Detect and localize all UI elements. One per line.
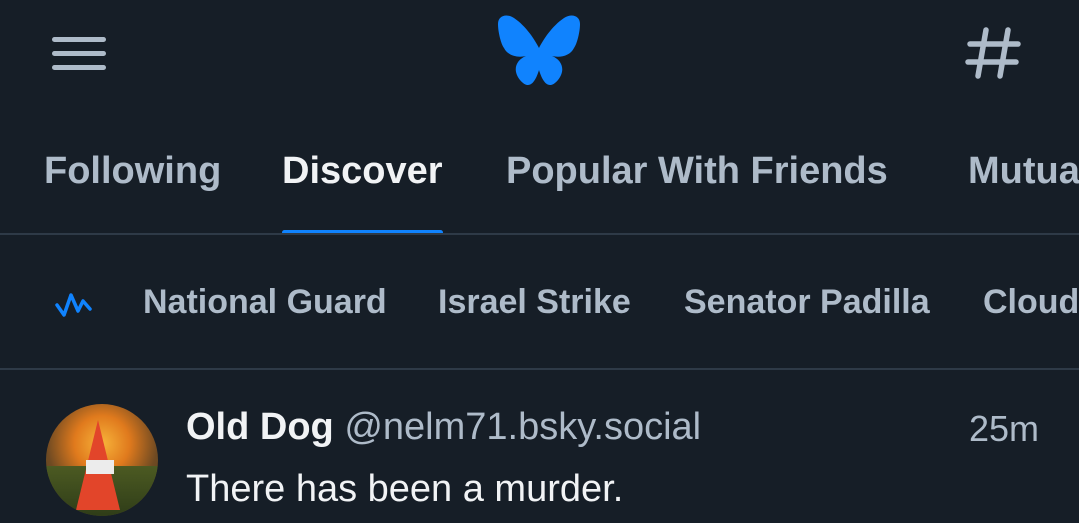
menu-line (52, 36, 106, 42)
trending-topic[interactable]: Senator Padilla (684, 283, 930, 322)
menu-line (52, 50, 106, 56)
tab-following[interactable]: Following (44, 150, 222, 233)
trending-topic[interactable]: Cloud (983, 283, 1079, 322)
author-name[interactable]: Old Dog (186, 406, 334, 448)
tab-label: Following (44, 150, 222, 192)
feed-tabs: Following Discover Popular With Friends … (0, 130, 1079, 235)
top-bar (0, 0, 1079, 120)
post-header: Old Dog @nelm71.bsky.social (186, 406, 701, 449)
post-timestamp[interactable]: 25m (969, 408, 1039, 450)
tab-discover[interactable]: Discover (282, 150, 443, 233)
avatar[interactable] (46, 404, 158, 516)
tab-label: Popular With Friends (506, 150, 888, 192)
trending-bar: National Guard Israel Strike Senator Pad… (0, 235, 1079, 370)
tab-popular-with-friends[interactable]: Popular With Friends (506, 150, 888, 233)
menu-line (52, 64, 106, 70)
trending-topic[interactable]: Israel Strike (438, 283, 631, 322)
author-handle[interactable]: @nelm71.bsky.social (344, 406, 701, 448)
feed-post[interactable]: Old Dog @nelm71.bsky.social 25m There ha… (0, 372, 1079, 523)
tab-mutuals[interactable]: Mutua (968, 150, 1079, 233)
trending-topic[interactable]: National Guard (143, 283, 387, 322)
avatar-cone-stripe (86, 460, 114, 474)
hamburger-menu-icon[interactable] (44, 28, 114, 78)
post-text: There has been a murder. (186, 468, 624, 510)
butterfly-logo-icon[interactable] (496, 14, 582, 90)
trending-pulse-icon (55, 293, 92, 317)
tab-label: Mutua (968, 150, 1079, 192)
hashtag-icon[interactable] (958, 20, 1028, 86)
tab-label: Discover (282, 150, 443, 192)
